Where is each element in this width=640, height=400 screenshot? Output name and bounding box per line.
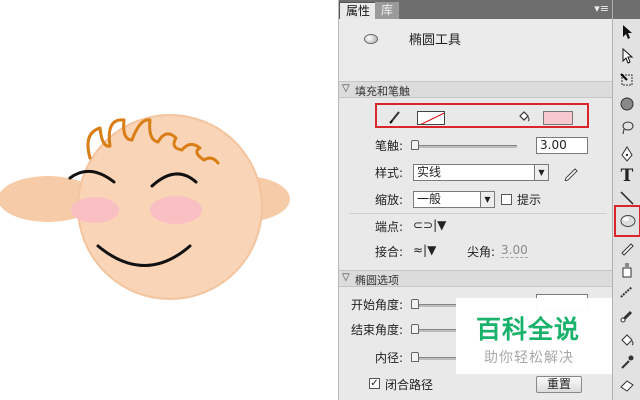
stage-canvas[interactable] (0, 0, 338, 400)
right-blush (150, 196, 202, 224)
free-transform-icon (620, 73, 633, 86)
scale-label: 缩放: (375, 193, 404, 207)
join-style-icon[interactable]: ≈|▼ (413, 243, 436, 257)
collapse-triangle-icon: ▽ (342, 83, 350, 94)
style-value: 实线 (417, 165, 442, 179)
eyedropper-tool[interactable] (617, 352, 637, 372)
section-title: 填充和笔触 (355, 85, 410, 98)
paint-bucket-icon (519, 111, 530, 122)
eraser-icon (620, 380, 634, 392)
chevron-down-icon: ▼ (534, 165, 548, 180)
free-transform-tool[interactable] (617, 70, 637, 90)
3d-rotation-tool[interactable] (617, 94, 637, 114)
inner-radius-label: 内径: (375, 351, 404, 365)
selection-tool[interactable] (617, 22, 637, 42)
paint-bucket-tool[interactable] (617, 330, 637, 350)
tool-header: 椭圆工具 (339, 19, 613, 81)
watermark-subtitle: 助你轻松解决 (484, 350, 574, 366)
lasso-icon (622, 121, 634, 135)
join-label: 接合: (375, 245, 404, 259)
oval-tool-icon (620, 215, 636, 227)
oval-tool-icon (364, 34, 378, 44)
inner-radius-slider[interactable] (411, 352, 457, 362)
eyedropper-icon (621, 355, 634, 369)
pen-tool[interactable] (617, 144, 637, 164)
chevron-down-icon: ▼ (480, 192, 494, 207)
deco-spray-icon (622, 263, 632, 278)
hint-label: 提示 (517, 193, 542, 207)
slider-thumb[interactable] (411, 324, 419, 334)
bone-tool[interactable] (617, 306, 637, 326)
tab-properties[interactable]: 属性 (339, 2, 378, 19)
style-dropdown[interactable]: 实线 ▼ (413, 164, 549, 181)
brush-tool[interactable] (617, 282, 637, 302)
cartoon-face-drawing (0, 114, 290, 300)
style-label: 样式: (375, 166, 404, 180)
tab-library[interactable]: 库 (375, 2, 400, 19)
stroke-color-swatch[interactable] (417, 111, 445, 125)
scale-value: 一般 (417, 192, 442, 206)
start-angle-label: 开始角度: (351, 298, 404, 312)
pencil-tool[interactable] (617, 238, 637, 258)
watermark: 百科全说 助你轻松解决 (456, 298, 612, 374)
left-blush (71, 197, 119, 223)
paint-bucket-icon (621, 334, 634, 346)
collapse-triangle-icon: ▽ (342, 272, 350, 283)
scale-dropdown[interactable]: 一般 ▼ (413, 191, 495, 208)
close-path-checkbox[interactable]: ✓ (369, 378, 380, 389)
watermark-title: 百科全说 (476, 315, 581, 344)
pen-nib-icon (621, 146, 633, 162)
end-angle-label: 结束角度: (351, 323, 404, 337)
tools-panel: T (612, 0, 640, 400)
pencil-icon (621, 243, 634, 256)
arrow-cursor-icon (623, 25, 632, 39)
tool-name: 椭圆工具 (409, 33, 462, 48)
section-title: 椭圆选项 (355, 274, 399, 287)
text-tool[interactable]: T (617, 166, 637, 186)
edit-style-pencil-icon[interactable] (563, 165, 579, 181)
fill-color-swatch[interactable] (543, 111, 573, 125)
3d-rotation-icon (620, 97, 634, 111)
line-icon (620, 191, 634, 205)
hint-checkbox[interactable] (501, 194, 512, 205)
eraser-tool[interactable] (617, 375, 637, 395)
toolbar-grip[interactable] (613, 0, 640, 19)
deco-tool[interactable] (617, 260, 637, 280)
reset-button[interactable]: 重置 (536, 376, 582, 393)
panel-menu-icon[interactable]: ▾≡ (594, 2, 609, 15)
close-path-label: 闭合路径 (385, 378, 434, 392)
brush-icon (620, 286, 633, 298)
bone-icon (620, 310, 633, 323)
subselection-tool[interactable] (617, 46, 637, 66)
miter-label: 尖角: (467, 245, 496, 259)
stroke-width-slider[interactable] (411, 140, 517, 150)
end-angle-slider[interactable] (411, 324, 457, 334)
color-controls-highlight (375, 103, 589, 128)
stroke-width-label: 笔触: (375, 139, 404, 153)
subselect-arrow-icon (622, 48, 634, 64)
section-oval-options[interactable]: ▽ 椭圆选项 (339, 270, 613, 287)
cap-style-icon[interactable]: ⊂⊃|▼ (413, 218, 446, 232)
cap-label: 端点: (375, 220, 404, 234)
slider-thumb[interactable] (411, 299, 419, 309)
divider (349, 213, 607, 214)
stroke-width-input[interactable]: 3.00 (536, 137, 588, 154)
slider-thumb[interactable] (411, 352, 419, 362)
panel-tabbar: 属性 库 ▾≡ (339, 0, 613, 19)
start-angle-slider[interactable] (411, 299, 457, 309)
section-fill-stroke[interactable]: ▽ 填充和笔触 (339, 81, 613, 98)
oval-tool-highlight[interactable] (614, 205, 640, 237)
pencil-icon (389, 111, 400, 124)
slider-thumb[interactable] (411, 140, 419, 150)
lasso-tool[interactable] (617, 118, 637, 138)
miter-value[interactable]: 3.00 (501, 243, 528, 258)
